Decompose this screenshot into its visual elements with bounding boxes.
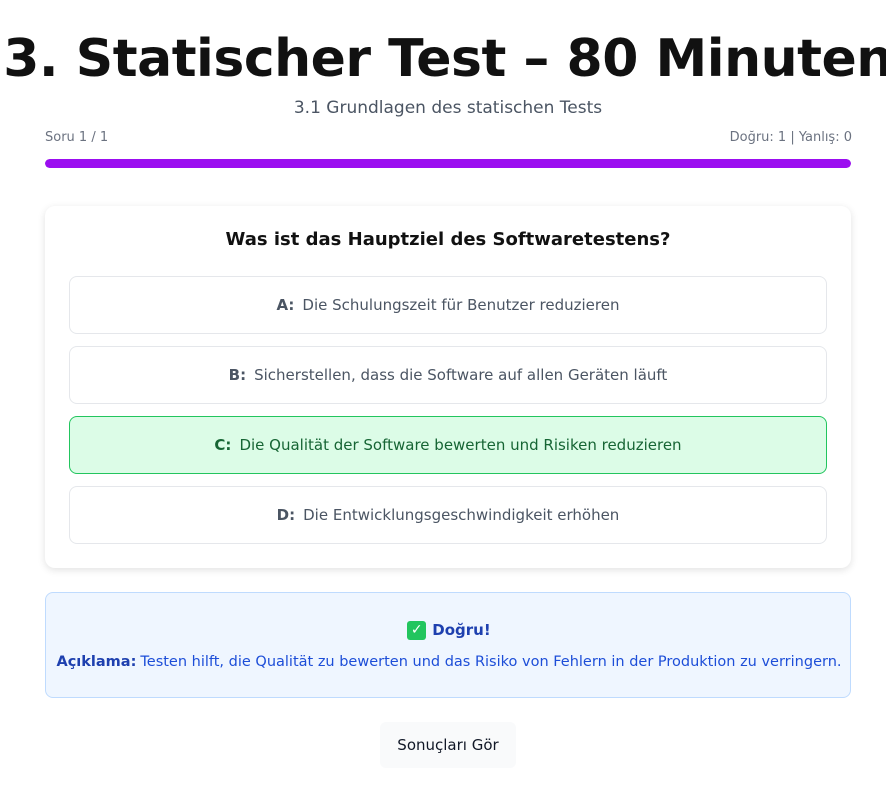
option-text: Die Entwicklungsgeschwindigkeit erhöhen: [303, 506, 620, 524]
progress-bar-fill: [45, 159, 851, 168]
question-counter: Soru 1 / 1: [45, 130, 109, 145]
feedback-status: ✓ Doğru!: [46, 619, 852, 641]
score-summary: Doğru: 1 | Yanlış: 0: [729, 130, 852, 145]
feedback-panel: ✓ Doğru! Açıklama: Testen hilft, die Qual…: [45, 592, 851, 698]
option-text: Die Qualität der Software bewerten und R…: [239, 436, 682, 454]
explanation-label: Açıklama:: [56, 654, 137, 670]
page-subtitle: 3.1 Grundlagen des statischen Tests: [293, 98, 603, 118]
show-results-button[interactable]: Sonuçları Gör: [380, 722, 516, 768]
option-letter: D:: [276, 506, 296, 524]
feedback-status-text: Doğru!: [432, 621, 491, 639]
question-card: Was ist das Hauptziel des Softwaretesten…: [45, 206, 851, 568]
answer-option-a[interactable]: A: Die Schulungszeit für Benutzer reduzi…: [69, 276, 827, 334]
question-text: Was ist das Hauptziel des Softwaretesten…: [225, 229, 671, 250]
page-title: 3. Statischer Test – 80 Minuten: [3, 29, 886, 89]
check-mark-icon: ✓: [407, 620, 427, 640]
answer-option-b[interactable]: B: Sicherstellen, dass die Software auf …: [69, 346, 827, 404]
option-letter: B:: [228, 366, 247, 384]
option-text: Die Schulungszeit für Benutzer reduziere…: [302, 296, 620, 314]
explanation-text: Testen hilft, die Qualität zu bewerten u…: [140, 654, 842, 670]
option-letter: A:: [276, 296, 295, 314]
progress-bar: [45, 159, 851, 168]
feedback-explanation: Açıklama: Testen hilft, die Qualität zu b…: [46, 651, 852, 673]
progress-meta: Soru 1 / 1 Doğru: 1 | Yanlış: 0: [45, 129, 852, 147]
option-text: Sicherstellen, dass die Software auf all…: [254, 366, 668, 384]
answer-option-c[interactable]: C: Die Qualität der Software bewerten un…: [69, 416, 827, 474]
answer-option-d[interactable]: D: Die Entwicklungsgeschwindigkeit erhöh…: [69, 486, 827, 544]
option-letter: C:: [214, 436, 232, 454]
